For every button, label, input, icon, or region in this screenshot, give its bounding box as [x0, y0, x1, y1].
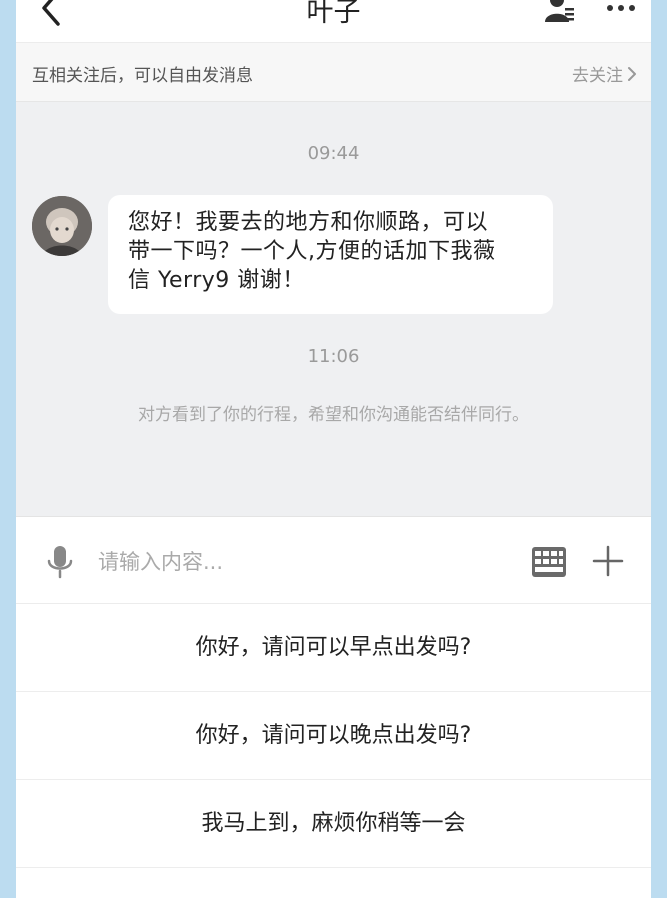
quick-reply-item[interactable]: 我马上到，麻烦你稍等一会: [16, 780, 651, 868]
phone-screen: 叶子 互相关注后，可以自由发消息 去关注 09:44 您好！我要去的地方和你顺路…: [16, 0, 651, 898]
quick-reply-item[interactable]: 你好，请问可以晚点出发吗?: [16, 692, 651, 780]
avatar[interactable]: [32, 196, 92, 256]
message-bubble[interactable]: 您好！我要去的地方和你顺路，可以 带一下吗？一个人,方便的话加下我薇 信 Yer…: [108, 195, 553, 314]
chevron-right-icon: [628, 66, 636, 81]
microphone-icon[interactable]: [46, 545, 74, 579]
message-line: 信 Yerry9 谢谢！: [128, 268, 305, 293]
system-notice: 对方看到了你的行程，希望和你沟通能否结伴同行。: [138, 405, 529, 425]
follow-banner: 互相关注后，可以自由发消息 去关注: [16, 42, 651, 102]
message-line: 您好！我要去的地方和你顺路，可以: [128, 210, 489, 235]
quick-reply-item[interactable]: 你好，请问可以早点出发吗?: [16, 604, 651, 692]
message-input[interactable]: [96, 543, 500, 581]
chat-area[interactable]: 09:44 您好！我要去的地方和你顺路，可以 带一下吗？一个人,方便的话加下我薇…: [16, 102, 651, 516]
follow-hint-text: 互相关注后，可以自由发消息: [32, 66, 253, 86]
message-input-bar: [16, 516, 651, 604]
nav-header: 叶子: [16, 0, 651, 42]
timestamp: 11:06: [307, 346, 360, 367]
follow-label: 去关注: [572, 66, 623, 86]
user-profile-icon[interactable]: [545, 0, 575, 24]
plus-icon[interactable]: [592, 545, 624, 577]
keyboard-icon[interactable]: [532, 547, 566, 577]
timestamp: 09:44: [307, 143, 360, 164]
message-line: 带一下吗？一个人,方便的话加下我薇: [128, 239, 496, 264]
follow-button[interactable]: 去关注: [572, 61, 637, 86]
quick-reply-list: 你好，请问可以早点出发吗? 你好，请问可以晚点出发吗? 我马上到，麻烦你稍等一会: [16, 604, 651, 898]
avatar-image: [32, 196, 92, 256]
more-dots-icon[interactable]: [606, 0, 636, 16]
